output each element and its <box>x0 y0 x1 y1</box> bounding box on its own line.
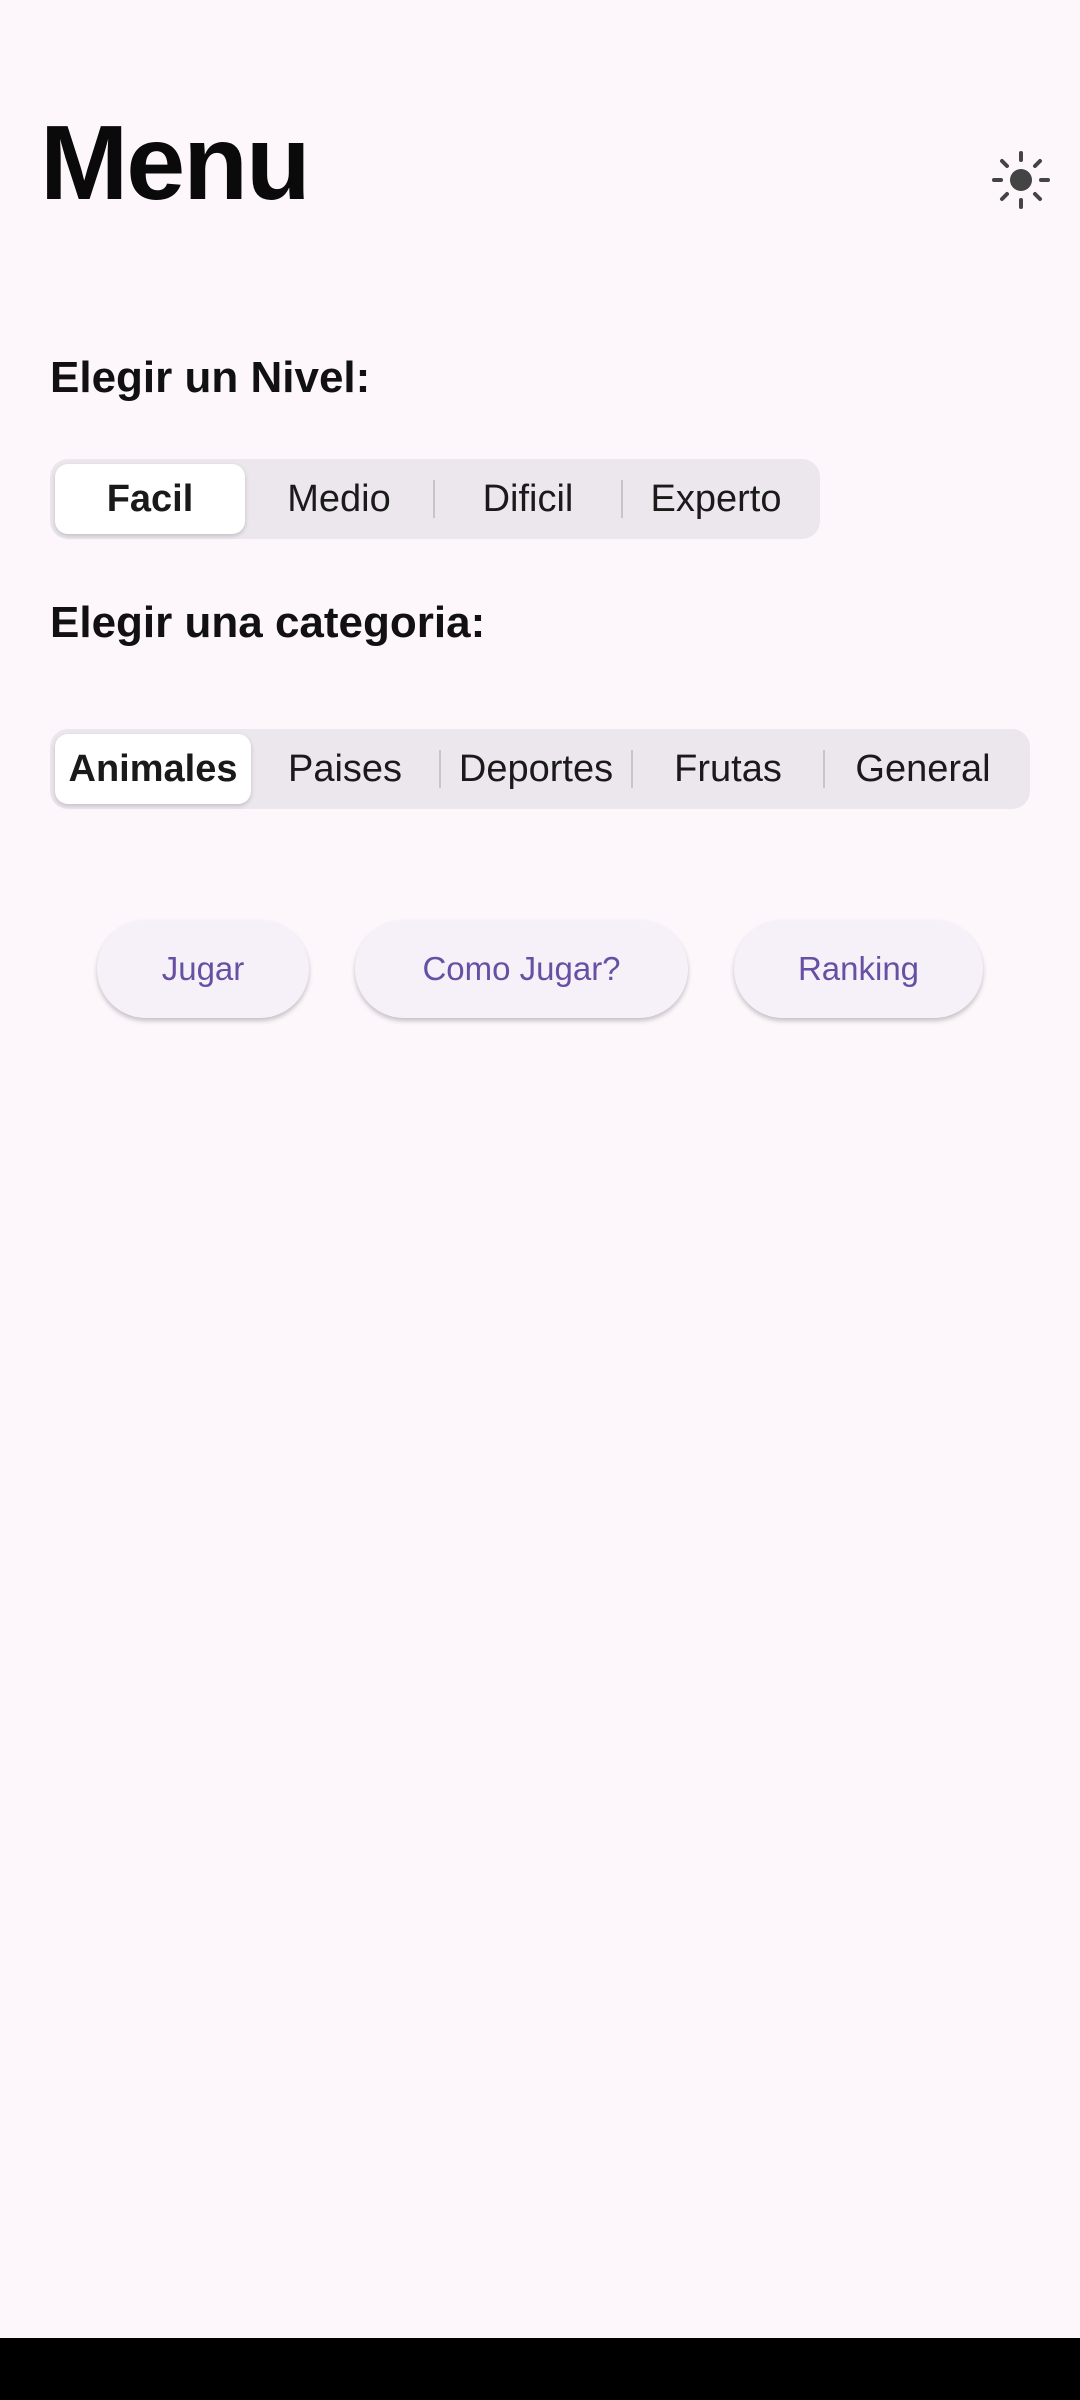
level-option-facil[interactable]: Facil <box>55 464 245 534</box>
page-title: Menu <box>40 104 311 222</box>
how-to-play-button[interactable]: Como Jugar? <box>355 920 688 1018</box>
sun-icon <box>992 151 1050 209</box>
play-button[interactable]: Jugar <box>97 920 309 1018</box>
category-option-general[interactable]: General <box>825 734 1021 804</box>
category-selector: Animales Paises Deportes Frutas General <box>50 729 1030 809</box>
system-navigation-bar <box>0 2338 1080 2400</box>
level-option-dificil[interactable]: Dificil <box>435 464 621 534</box>
theme-toggle-button[interactable] <box>985 144 1057 216</box>
category-label: Elegir una categoria: <box>50 598 486 647</box>
category-option-paises[interactable]: Paises <box>251 734 439 804</box>
category-option-frutas[interactable]: Frutas <box>633 734 823 804</box>
level-label: Elegir un Nivel: <box>50 353 371 402</box>
level-option-experto[interactable]: Experto <box>623 464 809 534</box>
category-option-animales[interactable]: Animales <box>55 734 251 804</box>
category-option-deportes[interactable]: Deportes <box>441 734 631 804</box>
menu-screen: Menu Elegir un Nivel: Facil Medio Difici… <box>0 0 1080 2400</box>
ranking-button[interactable]: Ranking <box>734 920 983 1018</box>
level-option-medio[interactable]: Medio <box>245 464 433 534</box>
level-selector: Facil Medio Dificil Experto <box>50 459 820 539</box>
